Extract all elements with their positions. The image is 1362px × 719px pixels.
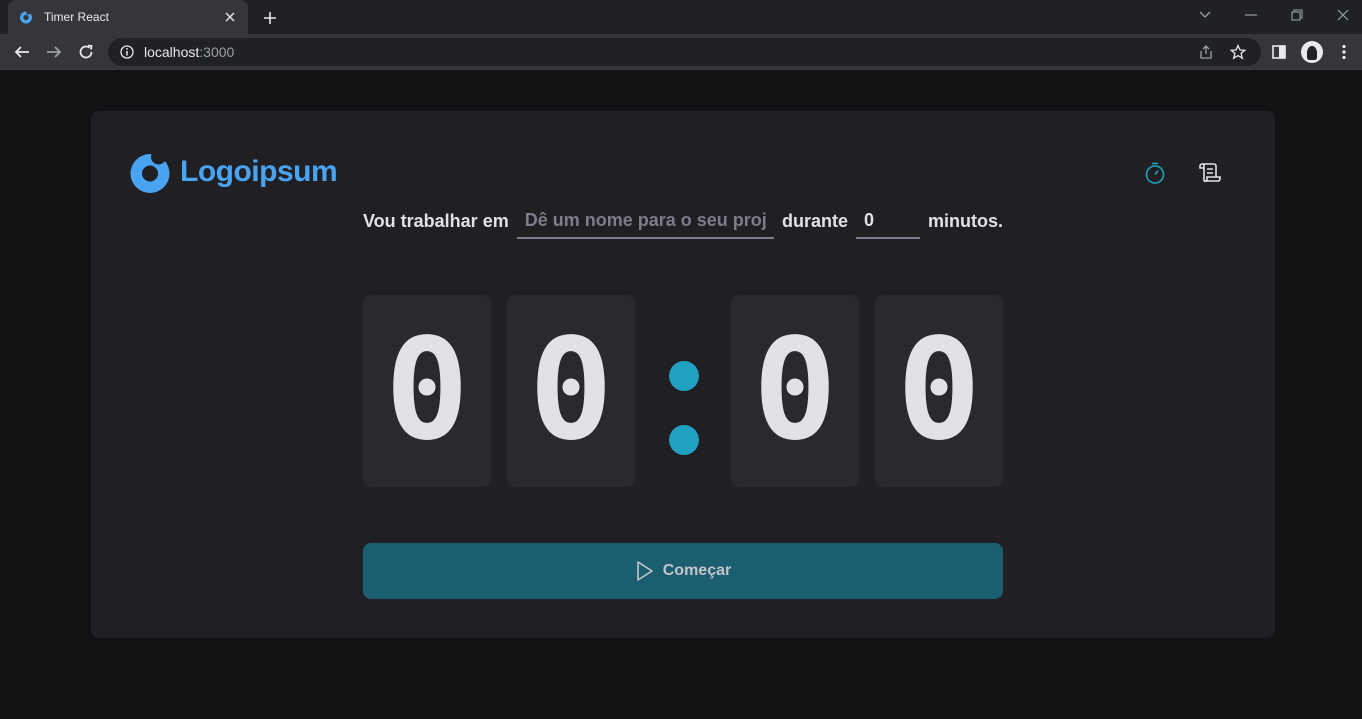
- tab-title: Timer React: [44, 10, 109, 24]
- label-prefix: Vou trabalhar em: [363, 210, 509, 231]
- seconds-ones-digit: 0: [875, 295, 1003, 487]
- start-button-label: Começar: [662, 562, 732, 579]
- info-icon[interactable]: [120, 45, 134, 59]
- url-host: localhost: [144, 44, 200, 60]
- minutes-tens-digit: 0: [363, 295, 491, 487]
- timer-icon[interactable]: [1141, 159, 1169, 187]
- minutes-input[interactable]: [856, 203, 920, 239]
- countdown: 0 0 0 0: [363, 295, 1003, 487]
- forward-icon[interactable]: [42, 40, 66, 64]
- minutes-ones-digit: 0: [507, 295, 635, 487]
- reload-icon[interactable]: [74, 40, 98, 64]
- new-tab-icon[interactable]: [258, 6, 282, 30]
- close-window-icon[interactable]: [1320, 0, 1362, 30]
- profile-avatar[interactable]: [1301, 41, 1323, 63]
- label-suffix: minutos.: [928, 210, 1003, 231]
- task-input[interactable]: [516, 203, 774, 239]
- play-icon: [635, 560, 655, 582]
- page-content: Logoipsum Vou trabalhar em durante minut…: [0, 70, 1362, 719]
- side-panel-icon[interactable]: [1267, 40, 1291, 64]
- browser-toolbar: localhost:3000: [0, 34, 1362, 70]
- scroll-icon[interactable]: [1196, 159, 1224, 187]
- start-button[interactable]: Começar: [363, 543, 1003, 599]
- separator-dot-bottom: [669, 425, 699, 455]
- tab-search-icon[interactable]: [1182, 0, 1228, 30]
- timer-card: Logoipsum Vou trabalhar em durante minut…: [91, 111, 1275, 638]
- separator-dot-top: [669, 361, 699, 391]
- browser-menu-icon[interactable]: [1332, 40, 1356, 64]
- minimize-icon[interactable]: [1228, 0, 1274, 30]
- task-form: Vou trabalhar em durante minutos.: [363, 203, 1003, 239]
- label-middle: durante: [781, 210, 848, 231]
- address-bar[interactable]: localhost:3000: [108, 38, 1261, 66]
- browser-tab[interactable]: Timer React: [8, 0, 248, 34]
- close-tab-icon[interactable]: [222, 9, 238, 25]
- url-port: :3000: [199, 44, 235, 60]
- seconds-tens-digit: 0: [731, 295, 859, 487]
- logo[interactable]: Logoipsum: [130, 151, 338, 193]
- logo-icon: [130, 151, 172, 193]
- logo-text: Logoipsum: [180, 155, 338, 188]
- favicon-icon: [18, 9, 34, 25]
- countdown-separator: [651, 295, 715, 487]
- bookmark-star-icon[interactable]: [1230, 44, 1246, 60]
- share-icon[interactable]: [1198, 44, 1214, 60]
- browser-tab-strip: Timer React: [0, 0, 1362, 34]
- back-icon[interactable]: [10, 40, 34, 64]
- restore-icon[interactable]: [1274, 0, 1320, 30]
